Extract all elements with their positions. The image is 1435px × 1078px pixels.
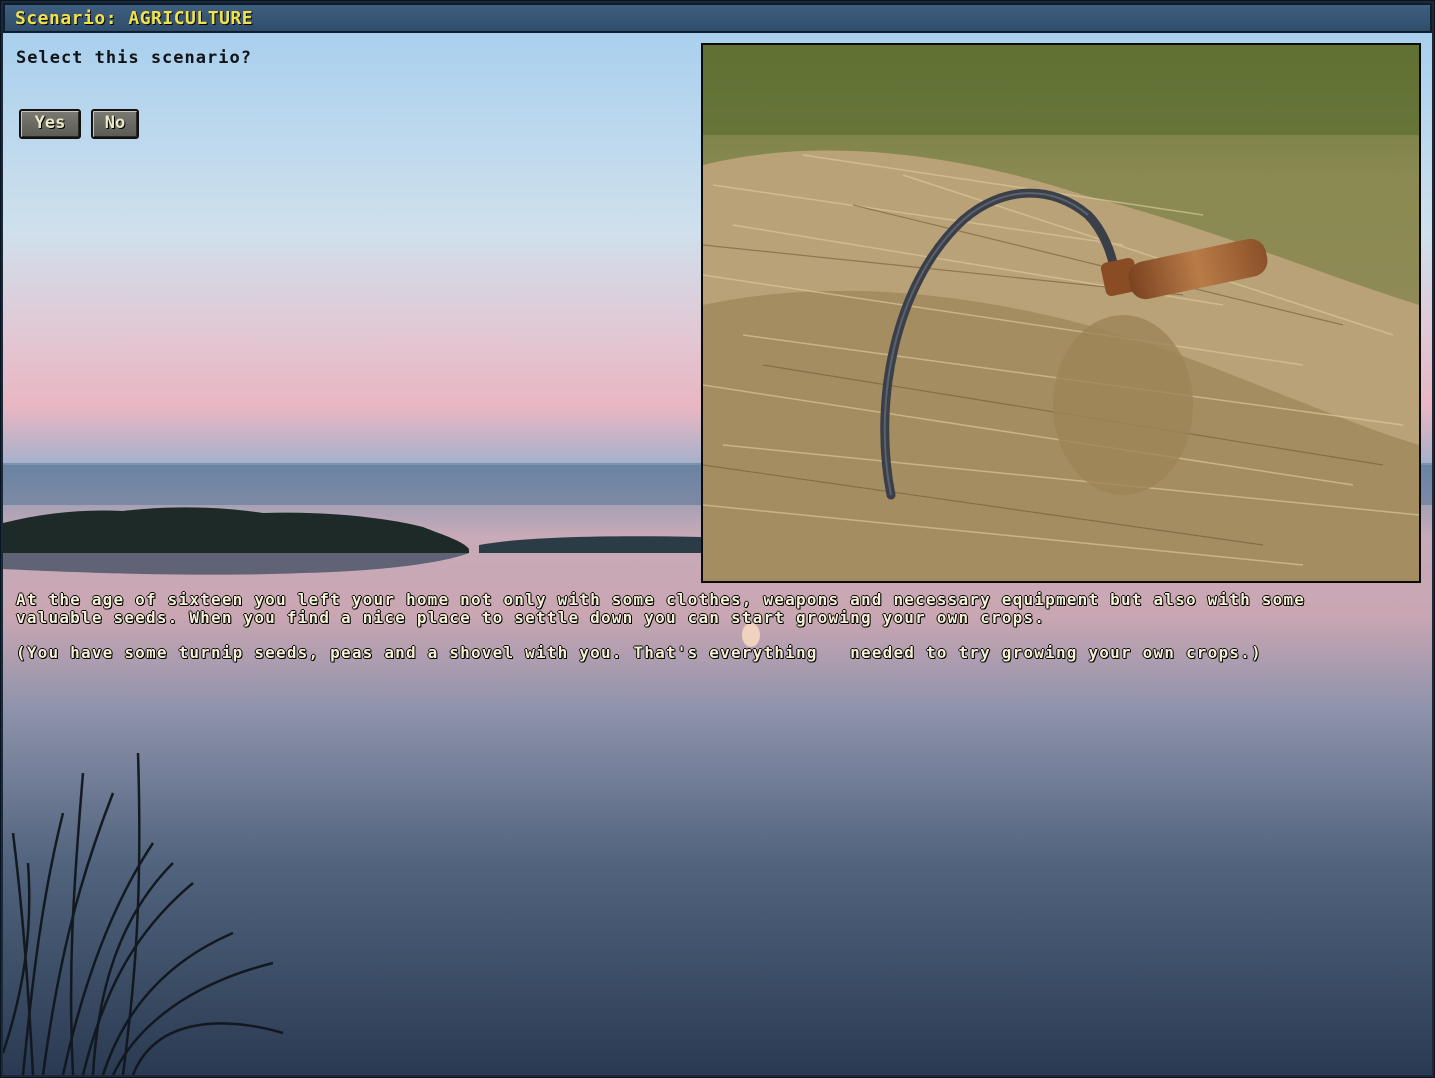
description-note: (You have some turnip seeds, peas and a … [16, 643, 1262, 662]
select-scenario-question: Select this scenario? [16, 48, 252, 68]
yes-button[interactable]: Yes [19, 109, 81, 139]
scenario-description: At the age of sixteen you left your home… [16, 591, 1396, 679]
description-paragraph: At the age of sixteen you left your home… [16, 590, 1316, 627]
sickle-on-straw-image [703, 45, 1419, 581]
scenario-scene: Select this scenario? Yes No At the age … [3, 33, 1432, 1075]
title-bar: Scenario: AGRICULTURE [3, 3, 1432, 33]
scenario-window: Scenario: AGRICULTURE Select this scenar… [0, 0, 1435, 1078]
no-button[interactable]: No [91, 109, 139, 139]
window-title: Scenario: AGRICULTURE [15, 8, 254, 29]
scenario-picture [701, 43, 1421, 583]
